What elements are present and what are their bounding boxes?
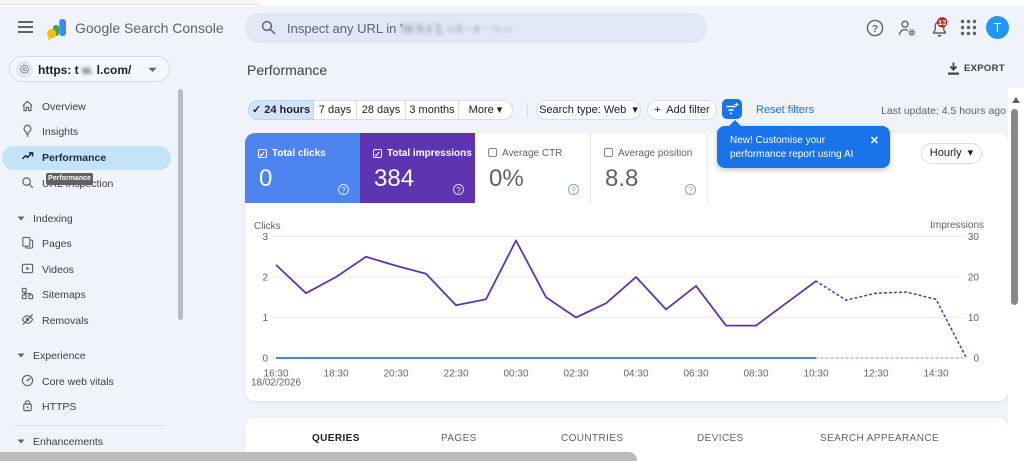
- svg-text:0: 0: [262, 354, 268, 365]
- svg-text:14:30: 14:30: [923, 369, 948, 380]
- svg-text:2: 2: [262, 273, 268, 284]
- svg-text:Clicks: Clicks: [254, 221, 281, 232]
- svg-text:12:30: 12:30: [863, 369, 888, 380]
- svg-text:?: ?: [872, 24, 878, 35]
- svg-text:00:30: 00:30: [503, 369, 528, 380]
- svg-text:18/02/2026: 18/02/2026: [251, 378, 301, 389]
- svg-text:06:30: 06:30: [683, 369, 708, 380]
- svg-text:3: 3: [262, 232, 268, 243]
- svg-text:18:30: 18:30: [323, 369, 348, 380]
- svg-text:30: 30: [968, 232, 980, 243]
- svg-text:0: 0: [973, 354, 979, 365]
- svg-text:04:30: 04:30: [623, 369, 648, 380]
- svg-text:08:30: 08:30: [743, 369, 768, 380]
- svg-text:22:30: 22:30: [443, 369, 468, 380]
- svg-text:Impressions: Impressions: [930, 220, 984, 231]
- svg-text:13: 13: [938, 18, 946, 27]
- svg-text:10: 10: [968, 313, 980, 324]
- svg-text:1: 1: [262, 313, 268, 324]
- svg-text:02:30: 02:30: [563, 369, 588, 380]
- svg-text:10:30: 10:30: [803, 369, 828, 380]
- svg-text:20: 20: [968, 273, 980, 284]
- svg-text:20:30: 20:30: [383, 369, 408, 380]
